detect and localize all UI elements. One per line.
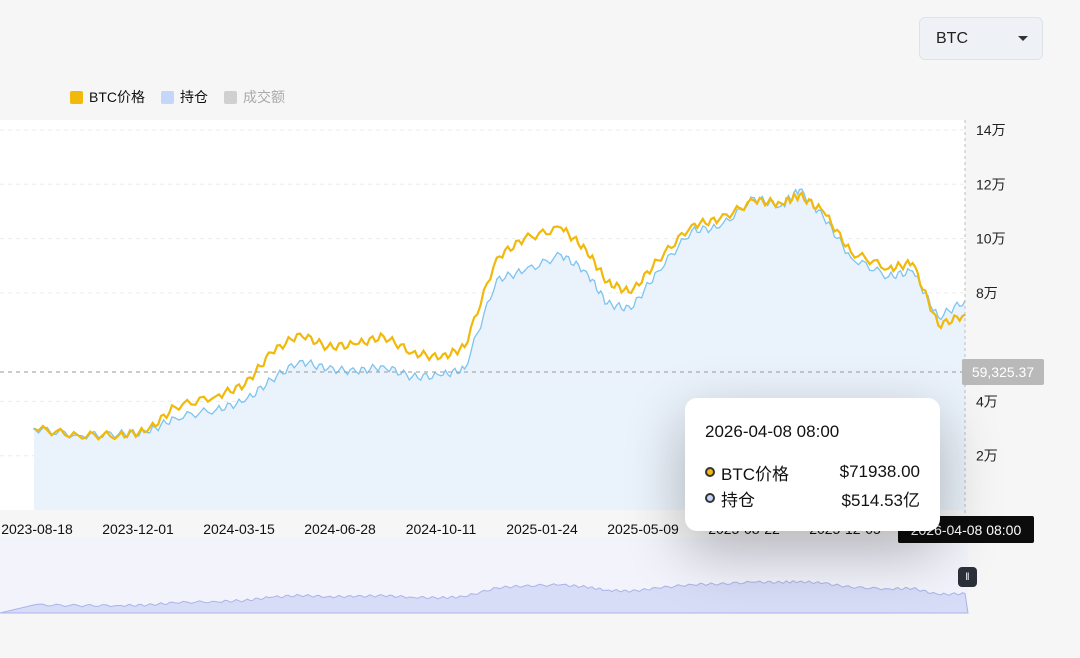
series-price-point <box>780 202 782 205</box>
series-price-point <box>718 218 721 221</box>
series-oi-point <box>146 431 148 434</box>
y-tick-label: 2万 <box>976 448 998 464</box>
tooltip-label-oi: 持仓 <box>721 490 755 510</box>
series-price-point <box>326 346 329 348</box>
x-tick-label: 2025-01-24 <box>506 521 578 537</box>
series-price-point <box>243 384 246 386</box>
series-price-point <box>355 343 357 346</box>
series-oi-point <box>585 270 587 272</box>
series-price-point <box>822 210 825 213</box>
price-oi-chart[interactable]: 14万 12万 10万 8万 4万 2万 2023-08-18 2023-12-01 2024-… <box>0 0 1080 658</box>
tooltip-dot-price <box>705 467 715 477</box>
series-oi-point <box>753 197 756 199</box>
series-oi-point <box>117 433 120 435</box>
x-tick-label: 2025-05-09 <box>607 521 679 537</box>
series-oi-point <box>630 308 632 310</box>
series-oi-point <box>326 368 329 370</box>
series-oi-point <box>215 408 217 411</box>
series-oi-point <box>911 270 914 272</box>
tooltip-value-price: $71938.00 <box>839 462 920 481</box>
series-oi-point <box>850 256 852 259</box>
series-oi-point <box>173 416 176 419</box>
series-oi-point <box>299 359 301 362</box>
series-oi-point <box>560 254 562 256</box>
series-oi-point <box>439 374 442 377</box>
series-oi-point <box>937 316 940 319</box>
series-oi-point <box>270 378 273 381</box>
series-oi-point <box>243 400 246 403</box>
series-oi-point <box>887 275 890 278</box>
tooltip-row-oi: 持仓 $514.53亿 <box>705 485 920 511</box>
series-price-point <box>753 199 756 202</box>
series-oi-point <box>822 216 825 218</box>
series-price-point <box>937 324 940 327</box>
series-price-point <box>630 292 632 294</box>
series-price-point <box>523 237 526 240</box>
series-price-point <box>911 262 914 264</box>
series-price-point <box>560 226 562 229</box>
series-oi-point <box>523 270 526 272</box>
series-oi-point <box>656 270 659 272</box>
series-oi-point <box>33 427 35 430</box>
tooltip-label-price: BTC价格 <box>721 464 789 484</box>
series-oi-point <box>606 302 608 305</box>
series-price-point <box>656 259 659 262</box>
range-slider-handle[interactable]: ǁ <box>958 567 977 587</box>
x-tick-label: 2023-12-01 <box>102 521 174 537</box>
y-tick-label: 14万 <box>976 122 1006 138</box>
series-oi-point <box>690 229 693 232</box>
x-tick-label: 2024-03-15 <box>203 521 275 537</box>
series-price-point <box>585 248 587 251</box>
series-price-point <box>299 332 301 335</box>
x-tick-label: 2024-06-28 <box>304 521 376 537</box>
tooltip-dot-oi <box>705 493 715 503</box>
series-price-point <box>850 251 852 253</box>
series-oi-point <box>798 188 801 191</box>
series-price-point <box>215 395 217 397</box>
series-oi-point <box>463 368 466 370</box>
series-price-point <box>606 281 608 283</box>
y-tick-label: 10万 <box>976 231 1006 247</box>
series-price-point <box>690 224 693 226</box>
tooltip-row-price: BTC价格 $71938.00 <box>705 459 920 485</box>
series-oi-point <box>382 365 385 367</box>
x-tick-label: 2024-10-11 <box>406 521 477 537</box>
series-price-point <box>382 335 385 338</box>
y-tick-label: 8万 <box>976 285 998 301</box>
series-price-point <box>887 267 890 270</box>
crosshair-price-label: 59,325.37 <box>962 359 1044 385</box>
series-oi-point <box>780 205 782 207</box>
series-oi-point <box>77 434 79 437</box>
series-price-point <box>798 194 801 196</box>
series-price-point <box>463 346 466 348</box>
series-oi-point <box>718 226 721 229</box>
x-tick-label: 2023-08-18 <box>1 521 73 537</box>
series-price-point <box>495 256 498 259</box>
y-tick-label: 12万 <box>976 176 1006 192</box>
tooltip-value-oi: $514.53亿 <box>841 490 920 510</box>
series-price-point <box>411 351 413 354</box>
y-tick-label: 4万 <box>976 393 998 409</box>
series-oi-point <box>495 278 498 281</box>
tooltip-date: 2026-04-08 08:00 <box>705 422 840 441</box>
series-oi-point <box>411 376 413 378</box>
series-price-point <box>270 351 273 354</box>
chart-tooltip: 2026-04-08 08:00 BTC价格 $71938.00 持仓 $514… <box>685 398 940 531</box>
series-price-point <box>439 357 442 359</box>
series-price-point <box>173 406 176 408</box>
